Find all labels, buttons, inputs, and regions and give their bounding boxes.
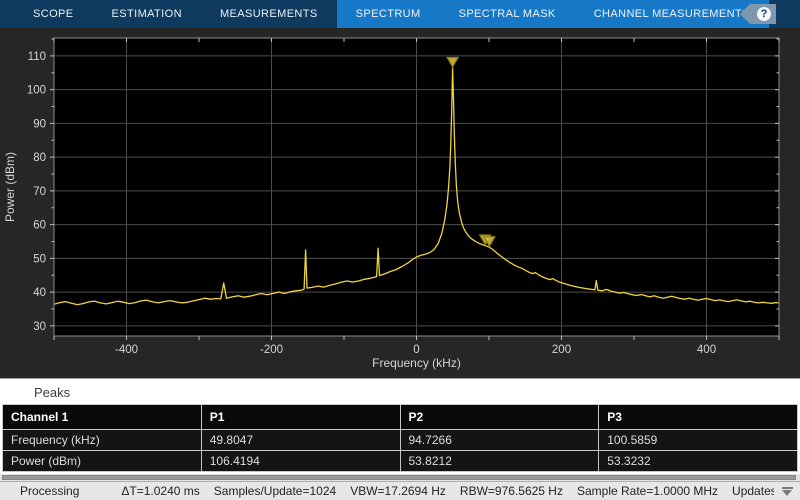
x-tick-label: -200: [260, 344, 283, 356]
peaks-cell-value: 94.7266: [400, 430, 599, 451]
status-overflow-icon[interactable]: [774, 481, 800, 500]
y-tick-label: 90: [33, 118, 46, 130]
peaks-panel-title: Peaks: [0, 379, 800, 404]
y-tick-label: 30: [33, 321, 46, 333]
status-rbw: RBW=976.5625 Hz: [460, 484, 563, 498]
y-tick-label: 100: [27, 85, 46, 97]
y-axis-title: Power (dBm): [3, 152, 17, 222]
y-tick-label: 70: [33, 186, 46, 198]
y-tick-label: 40: [33, 287, 46, 299]
y-tick-label: 50: [33, 253, 46, 265]
peaks-table-header-row: Channel 1P1P2P3: [3, 405, 798, 430]
peaks-col-header: P3: [599, 405, 798, 430]
peaks-col-header: P1: [201, 405, 400, 430]
tab-group-main: SCOPE ESTIMATION MEASUREMENTS: [14, 0, 337, 28]
x-tick-label: -400: [115, 344, 138, 356]
x-tick-label: 200: [552, 344, 571, 356]
peaks-panel: Peaks Channel 1P1P2P3 Frequency (kHz)49.…: [0, 378, 800, 474]
y-tick-label: 80: [33, 152, 46, 164]
peaks-cell-value: 53.8212: [400, 451, 599, 472]
tab-estimation[interactable]: ESTIMATION: [93, 0, 201, 28]
spectrum-analyzer-window: SCOPE ESTIMATION MEASUREMENTS SPECTRUM S…: [0, 0, 800, 500]
status-sample-rate: Sample Rate=1.0000 MHz: [577, 484, 718, 498]
x-tick-label: 0: [413, 344, 419, 356]
spectrum-plot[interactable]: -400 -200 0 200 400 30 40 50 60 70 80 90 100 110 Frequ…: [0, 28, 800, 378]
x-axis-title: Frequency (kHz): [372, 356, 461, 370]
peaks-col-header: Channel 1: [3, 405, 202, 430]
peaks-row-label: Power (dBm): [3, 451, 202, 472]
status-bar: Processing ΔT=1.0240 ms Samples/Update=1…: [0, 481, 800, 500]
status-vbw: VBW=17.2694 Hz: [350, 484, 446, 498]
tab-measurements[interactable]: MEASUREMENTS: [201, 0, 337, 28]
peaks-cell-value: 106.4194: [201, 451, 400, 472]
help-icon: ?: [757, 7, 771, 21]
y-tick-label: 60: [33, 220, 46, 232]
status-samples-per-update: Samples/Update=1024: [214, 484, 336, 498]
peaks-col-header: P2: [400, 405, 599, 430]
tab-spectrum[interactable]: SPECTRUM: [337, 0, 440, 28]
horizontal-scrollbar[interactable]: [0, 474, 800, 481]
tab-group-measurements-active: SPECTRUM SPECTRAL MASK CHANNEL MEASUREME…: [337, 0, 769, 28]
peaks-cell-value: 53.3232: [599, 451, 798, 472]
status-delta-t: ΔT=1.0240 ms: [121, 484, 199, 498]
x-tick-label: 400: [697, 344, 716, 356]
toolbar-tabbar: SCOPE ESTIMATION MEASUREMENTS SPECTRUM S…: [0, 0, 800, 28]
peaks-cell-value: 100.5859: [599, 430, 798, 451]
help-button[interactable]: ?: [740, 4, 776, 24]
status-overflow-icon-bar: [782, 487, 793, 489]
status-overflow-icon-triangle: [782, 490, 792, 496]
tab-spectral-mask[interactable]: SPECTRAL MASK: [440, 0, 575, 28]
peaks-table-row: Frequency (kHz)49.804794.7266100.5859: [3, 430, 798, 451]
peaks-table: Channel 1P1P2P3 Frequency (kHz)49.804794…: [2, 404, 798, 472]
peaks-row-label: Frequency (kHz): [3, 430, 202, 451]
tab-scope[interactable]: SCOPE: [14, 0, 93, 28]
spectrum-plot-canvas[interactable]: -400 -200 0 200 400 30 40 50 60 70 80 90 100 110 Frequ…: [0, 28, 800, 378]
horizontal-scrollbar-thumb[interactable]: [2, 475, 796, 480]
peaks-table-row: Power (dBm)106.419453.821253.3232: [3, 451, 798, 472]
y-tick-label: 110: [28, 51, 46, 63]
status-state: Processing: [20, 484, 79, 498]
peaks-cell-value: 49.8047: [201, 430, 400, 451]
